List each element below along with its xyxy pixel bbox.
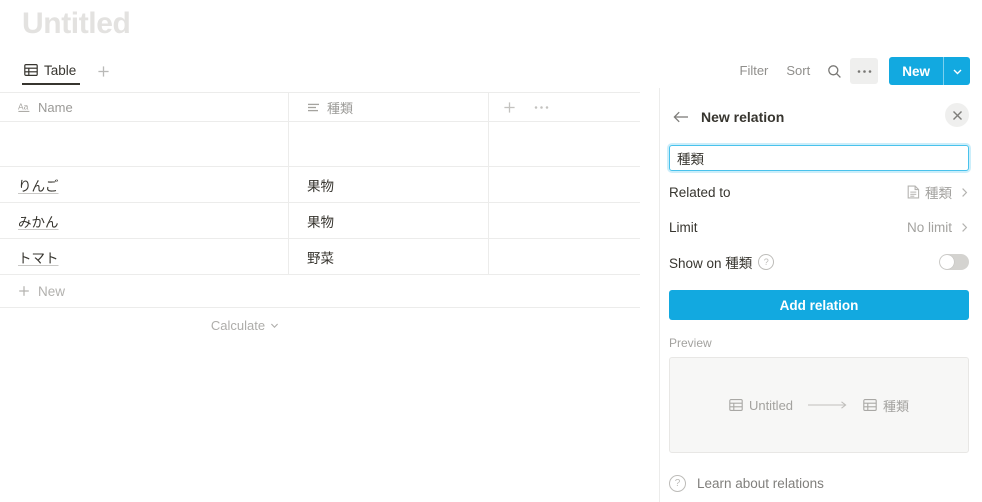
view-tabs: Table <box>22 56 114 86</box>
related-to-row[interactable]: Related to 種類 <box>669 178 969 206</box>
database-table: Aa Name 種類 りんご 果物 みかん 果物 トマト 野菜 New Calc… <box>0 92 640 342</box>
more-options-button[interactable] <box>850 58 879 84</box>
column-header-name[interactable]: Aa Name <box>0 93 289 121</box>
panel-divider <box>659 88 660 502</box>
table-header-row: Aa Name 種類 <box>0 93 640 122</box>
back-button[interactable] <box>669 105 693 129</box>
toggle-knob <box>940 255 954 269</box>
column-header-kind-label: 種類 <box>327 100 354 116</box>
cell-kind-value: 果物 <box>307 178 334 194</box>
cell-spacer <box>489 167 640 202</box>
cell-kind-value: 果物 <box>307 214 334 230</box>
cell-name-value[interactable]: りんご <box>18 175 59 195</box>
limit-label: Limit <box>669 219 698 235</box>
chevron-right-icon <box>960 187 969 198</box>
cell-kind[interactable] <box>289 122 489 166</box>
learn-about-relations-link[interactable]: ? Learn about relations <box>669 475 969 492</box>
arrow-right-icon <box>807 400 849 410</box>
cell-kind[interactable]: 野菜 <box>289 239 489 274</box>
page-title: Untitled <box>22 7 131 40</box>
preview-target-label: 種類 <box>883 398 910 414</box>
column-header-name-label: Name <box>38 99 73 115</box>
table-row[interactable]: りんご 果物 <box>0 167 640 203</box>
related-to-label: Related to <box>669 184 731 200</box>
column-header-kind[interactable]: 種類 <box>289 93 489 121</box>
text-lines-icon <box>307 101 320 114</box>
main-content-area: Untitled Table Aa Name 種類 りんご 果物 みかん 果物 … <box>0 0 659 502</box>
filter-button[interactable]: Filter <box>731 56 778 86</box>
new-relation-panel: New relation Related to <box>669 103 969 492</box>
relation-preview: Untitled 種類 <box>669 357 969 453</box>
add-column-button[interactable] <box>503 101 516 114</box>
table-icon <box>863 398 877 412</box>
add-relation-button[interactable]: Add relation <box>669 290 969 320</box>
cell-name-value[interactable]: みかん <box>18 211 59 231</box>
view-tab-table[interactable]: Table <box>22 57 81 85</box>
cell-spacer <box>489 203 640 238</box>
add-row-label: New <box>38 283 66 299</box>
cell-spacer <box>489 122 640 166</box>
cell-name[interactable]: トマト <box>0 239 289 274</box>
page-icon <box>907 185 920 199</box>
question-circle-icon: ? <box>669 475 686 492</box>
cell-kind-value: 野菜 <box>307 250 334 266</box>
add-row-button[interactable]: New <box>0 275 640 308</box>
learn-about-relations-label: Learn about relations <box>697 476 824 491</box>
right-panel: Filter Sort New New relation 種類 Related … <box>659 0 982 502</box>
table-icon <box>729 398 743 412</box>
show-on-row[interactable]: Show on 種類 ? <box>669 248 969 276</box>
calculate-button[interactable]: Calculate <box>211 318 279 333</box>
svg-text:Aa: Aa <box>18 101 29 111</box>
table-row[interactable]: みかん 果物 <box>0 203 640 239</box>
title-text-icon: Aa <box>18 101 31 114</box>
calculate-label: Calculate <box>210 317 266 333</box>
limit-value: No limit <box>906 219 952 235</box>
chevron-right-icon <box>960 222 969 233</box>
new-button[interactable]: New <box>889 57 970 85</box>
column-header-actions <box>489 93 640 121</box>
preview-source-label: Untitled <box>748 397 794 413</box>
plus-icon <box>18 285 30 297</box>
cell-name-value[interactable]: トマト <box>18 247 59 267</box>
show-on-label-group: Show on 種類 ? <box>669 252 775 272</box>
chevron-down-icon <box>270 321 279 330</box>
chevron-down-icon[interactable] <box>944 57 970 85</box>
sort-button[interactable]: Sort <box>777 56 819 86</box>
cell-spacer <box>489 239 640 274</box>
close-icon[interactable] <box>945 103 969 127</box>
notion-database-page: Untitled Table Aa Name 種類 りんご 果物 みかん 果物 … <box>0 0 982 502</box>
database-toolbar: Filter Sort New <box>731 56 970 86</box>
view-tab-label: Table <box>44 62 77 78</box>
related-to-value-group[interactable]: 種類 <box>907 182 969 202</box>
table-icon <box>24 63 38 77</box>
preview-label: Preview <box>669 336 712 350</box>
table-more-button[interactable] <box>534 105 549 110</box>
table-footer: Calculate <box>0 308 640 342</box>
limit-row[interactable]: Limit No limit <box>669 213 969 241</box>
related-to-value: 種類 <box>925 186 952 201</box>
relation-name-input[interactable] <box>669 145 969 171</box>
question-circle-icon[interactable]: ? <box>758 254 775 270</box>
preview-source: Untitled <box>729 398 793 413</box>
cell-kind[interactable]: 果物 <box>289 203 489 238</box>
show-on-label: Show on 種類 <box>669 256 753 271</box>
preview-target: 種類 <box>863 396 909 415</box>
table-row[interactable]: トマト 野菜 <box>0 239 640 275</box>
panel-title: New relation <box>701 109 785 125</box>
new-button-label: New <box>902 63 930 79</box>
cell-name[interactable]: みかん <box>0 203 289 238</box>
cell-name[interactable]: りんご <box>0 167 289 202</box>
table-row[interactable] <box>0 122 640 167</box>
limit-value-group[interactable]: No limit <box>907 220 969 235</box>
panel-header: New relation <box>669 103 969 131</box>
cell-name[interactable] <box>0 122 289 166</box>
add-view-button[interactable] <box>92 60 114 82</box>
search-icon[interactable] <box>820 58 848 84</box>
cell-kind[interactable]: 果物 <box>289 167 489 202</box>
show-on-toggle[interactable] <box>939 254 969 270</box>
